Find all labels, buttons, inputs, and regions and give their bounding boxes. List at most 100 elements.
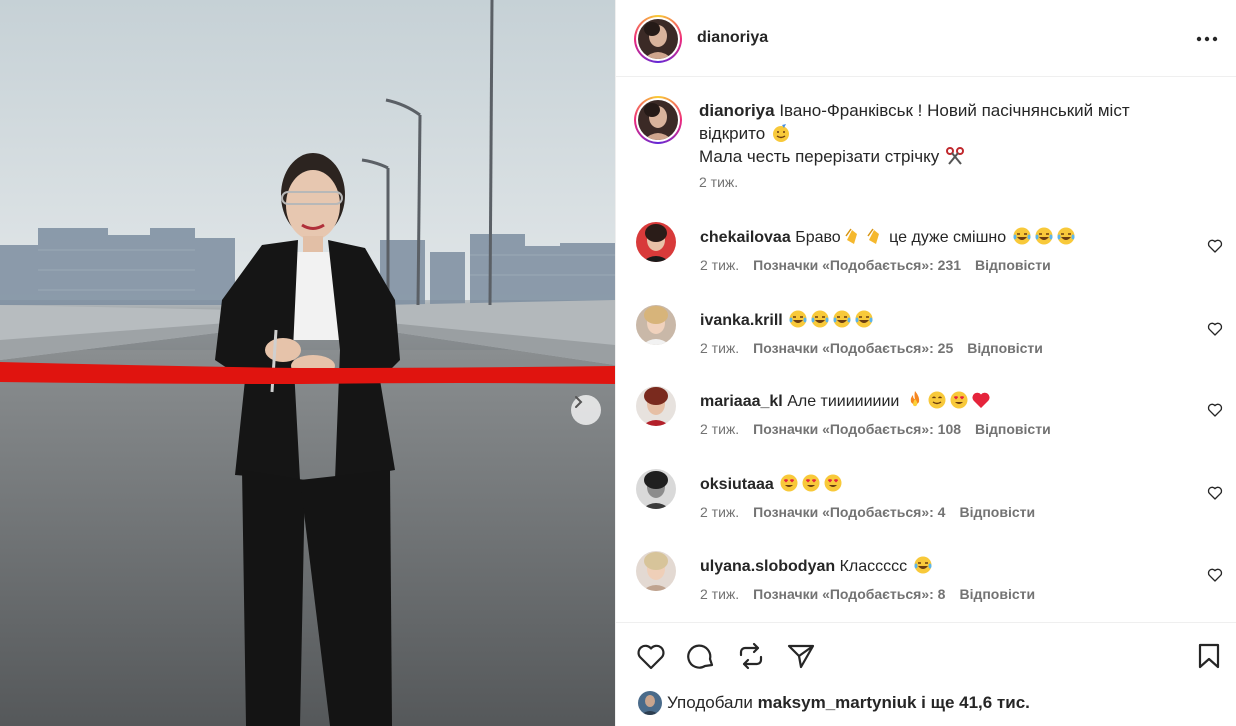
scissors-icon	[946, 147, 965, 165]
comment-time[interactable]: 2 тиж.	[700, 504, 739, 520]
avatar-photo	[638, 691, 662, 715]
more-options-button[interactable]	[1193, 27, 1221, 51]
fire-icon	[910, 391, 919, 407]
share-button[interactable]	[785, 640, 817, 672]
heart-icon[interactable]	[1207, 485, 1223, 501]
post-details-panel: dianoriya dianoriya Івано-Франківськ ! Н…	[615, 0, 1236, 726]
comment-item: mariaaa_kl Але тииииииии 2 тиж. Позначки …	[616, 386, 1236, 456]
comment-username[interactable]: ivanka.krill	[700, 312, 783, 329]
comment-meta: 2 тиж. Позначки «Подобається»: 4 Відповіст…	[700, 504, 1049, 520]
comments-section[interactable]: dianoriya Івано-Франківськ ! Новий пасіч…	[616, 78, 1236, 622]
comment-username[interactable]: mariaaa_kl	[700, 393, 783, 410]
liker-avatar[interactable]	[638, 691, 662, 715]
reply-button[interactable]: Відповісти	[975, 421, 1051, 437]
caption-author-avatar[interactable]	[634, 96, 682, 144]
author-username[interactable]: dianoriya	[697, 29, 768, 47]
clapping-hands-icon	[867, 228, 879, 244]
laughing-tears-icon	[833, 310, 851, 328]
comment-meta: 2 тиж. Позначки «Подобається»: 108 Відпові…	[700, 421, 1065, 437]
laughing-tears-icon	[811, 310, 829, 328]
bookmark-icon	[1198, 643, 1220, 669]
comment-likes[interactable]: Позначки «Подобається»: 8	[753, 586, 945, 602]
heart-eyes-icon	[780, 474, 798, 492]
save-button[interactable]	[1193, 640, 1225, 672]
avatar-photo	[636, 222, 676, 262]
heart-icon[interactable]	[1207, 567, 1223, 583]
comment-avatar[interactable]	[636, 305, 676, 345]
comment-item: ivanka.krill 2 тиж. Позначки «Подобається…	[616, 305, 1236, 375]
author-avatar[interactable]	[634, 15, 682, 63]
comment-time[interactable]: 2 тиж.	[700, 421, 739, 437]
heart-icon[interactable]	[1207, 238, 1223, 254]
likes-text: Уподобали maksym_martyniuk і ще 41,6 тис…	[667, 693, 1030, 713]
comment-text: ulyana.slobodyan Классссс	[700, 555, 934, 576]
send-icon	[787, 644, 815, 669]
comment-avatar[interactable]	[636, 222, 676, 262]
comment-likes[interactable]: Позначки «Подобається»: 231	[753, 257, 961, 273]
avatar-photo	[636, 386, 676, 426]
reply-button[interactable]: Відповісти	[967, 340, 1043, 356]
comment-text: chekailovaa Браво це дуже смішно	[700, 226, 1077, 247]
reply-button[interactable]: Відповісти	[975, 257, 1051, 273]
partying-face-icon	[772, 124, 789, 142]
comment-item: chekailovaa Браво це дуже смішно 2 тиж. П…	[616, 222, 1236, 292]
comment-item: oksiutaaa 2 тиж. Позначки «Подобається»: …	[616, 469, 1236, 539]
heart-eyes-icon	[950, 391, 968, 409]
laughing-tears-icon	[855, 310, 873, 328]
likes-prefix: Уподобали	[667, 693, 753, 712]
clapping-hands-icon	[845, 228, 857, 244]
likes-count[interactable]: і ще 41,6 тис.	[921, 693, 1030, 712]
comment-username[interactable]: ulyana.slobodyan	[700, 558, 835, 575]
comment-meta: 2 тиж. Позначки «Подобається»: 8 Відповіст…	[700, 586, 1049, 602]
reply-button[interactable]: Відповісти	[959, 586, 1035, 602]
chevron-right-icon	[575, 396, 583, 408]
comment-username[interactable]: oksiutaaa	[700, 476, 774, 493]
heart-icon	[637, 644, 665, 670]
laughing-tears-icon	[789, 310, 807, 328]
laughing-tears-icon	[914, 556, 932, 574]
comment-body: Але тииииииии	[787, 393, 900, 410]
comment-avatar[interactable]	[636, 551, 676, 591]
heart-icon[interactable]	[1207, 321, 1223, 337]
comment-body: Браво	[795, 229, 841, 246]
repost-button[interactable]	[735, 640, 767, 672]
comment-likes[interactable]: Позначки «Подобається»: 4	[753, 504, 945, 520]
comment-likes[interactable]: Позначки «Подобається»: 25	[753, 340, 953, 356]
comment-button[interactable]	[685, 640, 717, 672]
comment-time[interactable]: 2 тиж.	[700, 586, 739, 602]
comment-avatar[interactable]	[636, 469, 676, 509]
like-button[interactable]	[635, 640, 667, 672]
comment-body: Классссс	[839, 558, 908, 575]
heart-eyes-icon	[802, 474, 820, 492]
comment-time[interactable]: 2 тиж.	[700, 340, 739, 356]
heart-icon[interactable]	[1207, 402, 1223, 418]
laughing-tears-icon	[1057, 227, 1075, 245]
comment-text: oksiutaaa	[700, 473, 844, 494]
comment-bubble-icon	[687, 644, 714, 669]
comment-meta: 2 тиж. Позначки «Подобається»: 231 Відпові…	[700, 257, 1065, 273]
avatar-photo	[636, 551, 676, 591]
post-caption: dianoriya Івано-Франківськ ! Новий пасіч…	[699, 99, 1179, 168]
photo-scene	[0, 0, 615, 726]
comment-time[interactable]: 2 тиж.	[700, 257, 739, 273]
comment-username[interactable]: chekailovaa	[700, 229, 791, 246]
comment-text: ivanka.krill	[700, 309, 875, 330]
comment-likes[interactable]: Позначки «Подобається»: 108	[753, 421, 961, 437]
avatar-photo	[636, 469, 676, 509]
reply-button[interactable]: Відповісти	[959, 504, 1035, 520]
carousel-next-button[interactable]	[571, 395, 601, 425]
caption-timestamp[interactable]: 2 тиж.	[699, 174, 738, 190]
post-actions: Уподобали maksym_martyniuk і ще 41,6 тис…	[616, 622, 1236, 726]
comment-body-cont: це дуже смішно	[884, 229, 1007, 246]
repost-icon	[739, 642, 763, 670]
heart-eyes-icon	[824, 474, 842, 492]
laughing-tears-icon	[1013, 227, 1031, 245]
avatar-photo	[638, 19, 678, 59]
comment-text: mariaaa_kl Але тииииииии	[700, 390, 992, 411]
caption-username[interactable]: dianoriya	[699, 101, 775, 120]
comment-avatar[interactable]	[636, 386, 676, 426]
avatar-photo	[638, 100, 678, 140]
post-photo[interactable]	[0, 0, 615, 726]
comment-meta: 2 тиж. Позначки «Подобається»: 25 Відповіс…	[700, 340, 1057, 356]
liker-username[interactable]: maksym_martyniuk	[758, 693, 917, 712]
